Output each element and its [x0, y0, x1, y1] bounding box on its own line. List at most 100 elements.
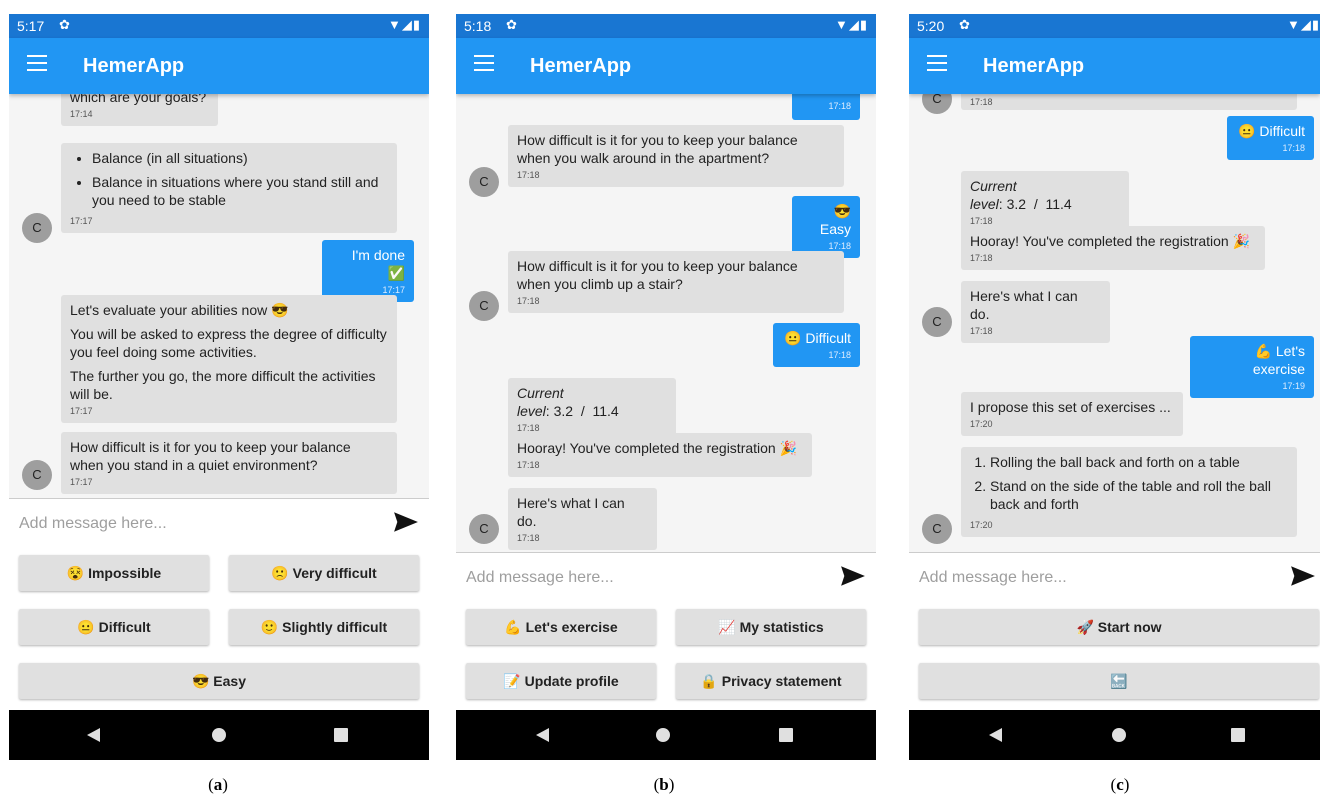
lets-exercise-button[interactable]: 💪 Let's exercise — [466, 609, 656, 645]
bot-message-question: How difficult is it for you to keep your… — [508, 125, 844, 187]
message-time: 17:18 — [970, 326, 993, 336]
caption-letter: a — [213, 775, 223, 794]
bot-message-can-do: Here's what I can do. 17:18 — [961, 281, 1110, 343]
android-nav-bar — [909, 710, 1320, 760]
update-profile-button[interactable]: 📝 Update profile — [466, 663, 656, 699]
app-title: HemerApp — [983, 55, 1085, 77]
nav-home-icon[interactable] — [212, 728, 226, 742]
list-item: Rolling the ball back and forth on a tab… — [990, 453, 1288, 471]
caption-paren: ) — [222, 775, 228, 794]
user-message: 17:18 — [792, 94, 860, 120]
bot-message-evaluate: Let's evaluate your abilities now 😎 You … — [61, 295, 397, 423]
bot-avatar: C — [22, 213, 52, 243]
nav-home-icon[interactable] — [1112, 728, 1126, 742]
nav-home-icon[interactable] — [656, 728, 670, 742]
chat-area: 17:18 How difficult is it for you to kee… — [456, 94, 876, 552]
status-time: 5:17 — [17, 18, 45, 34]
system-status-icons: ▼◢▮ — [387, 17, 421, 32]
message-input[interactable] — [17, 511, 381, 537]
caption-letter: c — [1116, 775, 1124, 794]
very-difficult-button[interactable]: 🙁 Very difficult — [229, 555, 419, 591]
bot-avatar: C — [469, 514, 499, 544]
app-bar: HemerApp — [909, 38, 1320, 94]
caption-paren: ) — [1123, 775, 1130, 794]
user-message: 😐 Difficult 17:18 — [1227, 116, 1314, 160]
bot-message-goals: Balance (in all situations) Balance in s… — [61, 143, 397, 233]
message-text: Current level: 3.2 / 11.4 — [970, 178, 1072, 212]
bot-message-hooray: Hooray! You've completed the registratio… — [508, 433, 812, 477]
bot-message-hooray: Hooray! You've completed the registratio… — [961, 226, 1265, 270]
message-time: 17:17 — [70, 477, 93, 487]
message-paragraph: You will be asked to express the degree … — [70, 326, 387, 360]
app-bar: HemerApp — [456, 38, 876, 94]
figure-caption-c: (c) — [1090, 775, 1150, 795]
bot-message-level: Current level: 3.2 / 11.4 17:18 — [961, 171, 1129, 233]
hamburger-menu-icon[interactable] — [27, 55, 47, 77]
message-time: 17:17 — [70, 406, 93, 416]
chat-area: which are your goals? 17:14 Balance (in … — [9, 94, 429, 498]
send-icon[interactable] — [840, 565, 866, 587]
back-button[interactable]: 🔙 — [919, 663, 1319, 699]
difficult-button[interactable]: 😐 Difficult — [19, 609, 209, 645]
nav-recent-apps-icon[interactable] — [779, 728, 793, 742]
message-time: 17:18 — [970, 97, 993, 107]
message-paragraph: The further you go, the more difficult t… — [70, 368, 376, 402]
message-text: Here's what I can do. — [970, 288, 1078, 322]
level-value: : 3.2 / 11.4 — [998, 196, 1072, 212]
settings-icon: ✿ — [59, 17, 70, 32]
easy-button[interactable]: 😎 Easy — [19, 663, 419, 699]
slightly-difficult-button[interactable]: 🙂 Slightly difficult — [229, 609, 419, 645]
message-text: 😎 Easy — [819, 203, 851, 237]
user-message: 😐 Difficult 17:18 — [773, 323, 860, 367]
bot-avatar: C — [469, 167, 499, 197]
my-statistics-button[interactable]: 📈 My statistics — [676, 609, 866, 645]
message-input-area: 💪 Let's exercise 📈 My statistics 📝 Updat… — [456, 552, 876, 711]
nav-back-icon[interactable] — [87, 728, 100, 742]
message-time: 17:20 — [970, 419, 993, 429]
list-item: Stand on the side of the table and roll … — [990, 477, 1288, 513]
nav-recent-apps-icon[interactable] — [334, 728, 348, 742]
message-text: I'm done ✅ — [351, 247, 405, 281]
message-text: How difficult is it for you to keep your… — [70, 439, 351, 473]
bot-message-question: How difficult is it for you to keep your… — [61, 432, 397, 494]
start-now-button[interactable]: 🚀 Start now — [919, 609, 1319, 645]
bot-message: which are your goals? 17:14 — [61, 94, 218, 126]
bot-message-can-do: Here's what I can do. 17:18 — [508, 488, 657, 550]
bot-avatar: C — [469, 291, 499, 321]
bot-message-question: How difficult is it for you to keep your… — [508, 251, 844, 313]
impossible-button[interactable]: 😵 Impossible — [19, 555, 209, 591]
message-input-area: 😵 Impossible 🙁 Very difficult 😐 Difficul… — [9, 498, 429, 711]
message-time: 17:18 — [517, 533, 540, 543]
system-status-icons: ▼◢▮ — [834, 17, 868, 32]
hamburger-menu-icon[interactable] — [927, 55, 947, 77]
privacy-statement-button[interactable]: 🔒 Privacy statement — [676, 663, 866, 699]
phone-screen-a: 5:17 ✿ ▼◢▮ HemerApp which are your goals… — [9, 14, 429, 760]
phone-screen-b: 5:18 ✿ ▼◢▮ HemerApp 17:18 How difficult … — [456, 14, 876, 760]
message-time: 17:18 — [517, 296, 540, 306]
message-time: 17:18 — [1282, 143, 1305, 153]
message-input[interactable] — [464, 565, 828, 591]
bot-message-level: Current level: 3.2 / 11.4 17:18 — [508, 378, 676, 440]
message-text: which are your goals? — [70, 94, 207, 105]
message-text: 💪 Let's exercise — [1252, 343, 1305, 377]
caption-paren: ) — [668, 775, 675, 794]
level-value: : 3.2 / 11.4 — [545, 403, 619, 419]
hamburger-menu-icon[interactable] — [474, 55, 494, 77]
send-icon[interactable] — [393, 511, 419, 533]
message-time: 17:20 — [970, 520, 993, 530]
app-title: HemerApp — [83, 55, 185, 77]
status-bar: 5:20 ✿ ▼◢▮ — [909, 14, 1320, 38]
message-time: 17:18 — [828, 350, 851, 360]
nav-back-icon[interactable] — [536, 728, 549, 742]
message-time: 17:14 — [70, 109, 93, 119]
message-input[interactable] — [917, 565, 1271, 591]
bot-avatar: C — [922, 307, 952, 337]
exercise-list: Rolling the ball back and forth on a tab… — [970, 453, 1288, 513]
status-bar: 5:17 ✿ ▼◢▮ — [9, 14, 429, 38]
chat-area: 17:18 C 😐 Difficult 17:18 Current level:… — [909, 94, 1320, 552]
message-text: 😐 Difficult — [1238, 123, 1305, 139]
nav-back-icon[interactable] — [989, 728, 1002, 742]
nav-recent-apps-icon[interactable] — [1231, 728, 1245, 742]
send-icon[interactable] — [1290, 565, 1316, 587]
settings-icon: ✿ — [959, 17, 970, 32]
